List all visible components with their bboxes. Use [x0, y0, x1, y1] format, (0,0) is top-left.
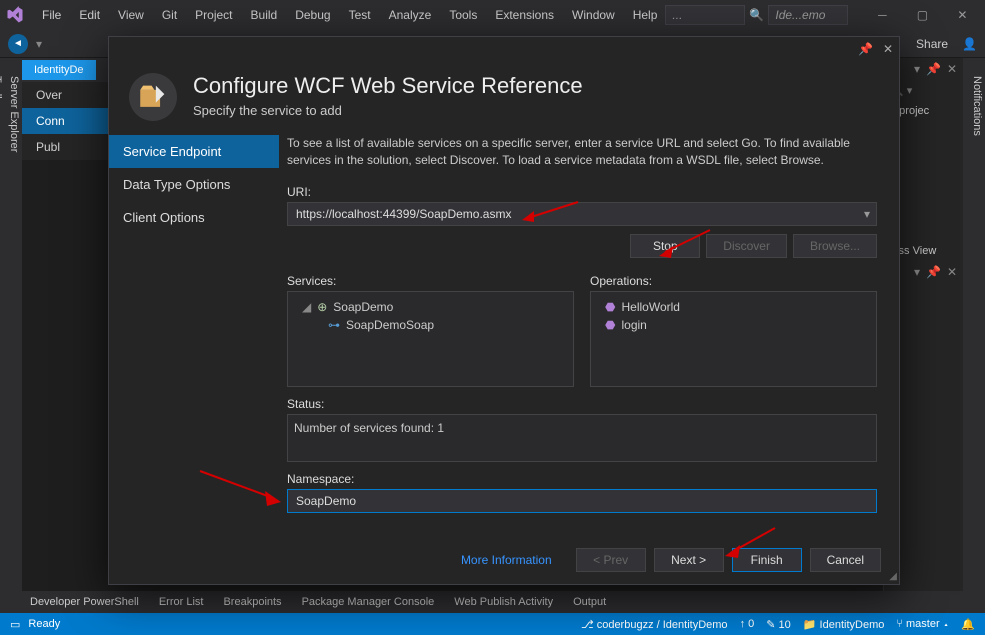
finish-button[interactable]: Finish: [732, 548, 802, 572]
menu-file[interactable]: File: [34, 4, 69, 26]
status-outgoing[interactable]: ↑ 0: [740, 618, 755, 630]
menu-extensions[interactable]: Extensions: [487, 4, 562, 26]
operation-item[interactable]: ⬣HelloWorld: [597, 298, 870, 316]
panel-close-icon[interactable]: ✕: [947, 265, 957, 279]
search-icon[interactable]: 🔍: [749, 8, 764, 22]
tool-output[interactable]: Output: [563, 593, 616, 611]
menu-git[interactable]: Git: [154, 4, 185, 26]
namespace-input[interactable]: [287, 489, 877, 513]
status-ready-icon: ▭: [10, 618, 20, 631]
nav-data-type-options[interactable]: Data Type Options: [109, 168, 279, 201]
menu-window[interactable]: Window: [564, 4, 623, 26]
panel-dropdown-icon[interactable]: ▾: [914, 265, 920, 279]
menu-tools[interactable]: Tools: [441, 4, 485, 26]
status-project[interactable]: 📁 IdentityDemo: [803, 618, 885, 631]
services-label: Services:: [287, 274, 574, 288]
close-button[interactable]: ✕: [942, 1, 982, 29]
chevron-down-icon[interactable]: ▾: [858, 207, 876, 221]
menu-build[interactable]: Build: [243, 4, 286, 26]
service-child-node[interactable]: ⊶SoapDemoSoap: [294, 316, 567, 334]
side-tab-server-explorer[interactable]: Server Explorer: [6, 68, 22, 613]
status-bell-icon[interactable]: 🔔: [961, 618, 975, 631]
nav-client-options[interactable]: Client Options: [109, 201, 279, 234]
prev-button[interactable]: < Prev: [576, 548, 646, 572]
browse-button[interactable]: Browse...: [793, 234, 877, 258]
service-root-node[interactable]: ◢⊕SoapDemo: [294, 298, 567, 316]
minimize-button[interactable]: ─: [862, 1, 902, 29]
tool-powershell[interactable]: Developer PowerShell: [20, 593, 149, 611]
tool-errorlist[interactable]: Error List: [149, 593, 214, 611]
operations-list[interactable]: ⬣HelloWorld ⬣login: [590, 291, 877, 387]
operations-label: Operations:: [590, 274, 877, 288]
panel-pin-icon[interactable]: 📌: [926, 265, 941, 279]
namespace-label: Namespace:: [287, 472, 877, 486]
dialog-close-icon[interactable]: ✕: [883, 42, 893, 56]
panel-dropdown-icon[interactable]: ▾: [914, 62, 920, 76]
titlebar: File Edit View Git Project Build Debug T…: [0, 0, 985, 30]
discover-button[interactable]: Discover: [706, 234, 787, 258]
menubar: File Edit View Git Project Build Debug T…: [34, 4, 665, 26]
menu-help[interactable]: Help: [625, 4, 666, 26]
instructions-text: To see a list of available services on a…: [287, 135, 877, 169]
cancel-button[interactable]: Cancel: [810, 548, 881, 572]
more-information-link[interactable]: More Information: [461, 553, 552, 567]
nav-dropdown-icon[interactable]: ▾: [36, 37, 42, 51]
status-repo[interactable]: ⎇ coderbugzz / IdentityDemo: [581, 618, 728, 631]
tool-pmc[interactable]: Package Manager Console: [292, 593, 445, 611]
dialog-title: Configure WCF Web Service Reference: [193, 73, 583, 99]
tool-breakpoints[interactable]: Breakpoints: [213, 593, 291, 611]
document-tab[interactable]: IdentityDe: [22, 60, 96, 80]
uri-combobox[interactable]: ▾: [287, 202, 877, 226]
nav-back-button[interactable]: ◄: [8, 34, 28, 54]
panel-pin-icon[interactable]: 📌: [926, 62, 941, 76]
launch-box[interactable]: ...: [665, 5, 745, 25]
side-tab-notifications[interactable]: Notifications: [969, 68, 985, 613]
services-tree[interactable]: ◢⊕SoapDemo ⊶SoapDemoSoap: [287, 291, 574, 387]
panel-close-icon[interactable]: ✕: [947, 62, 957, 76]
tool-webpublish[interactable]: Web Publish Activity: [444, 593, 563, 611]
menu-edit[interactable]: Edit: [71, 4, 108, 26]
uri-input[interactable]: [288, 207, 858, 221]
status-box: Number of services found: 1: [287, 414, 877, 462]
side-tab-toolbox[interactable]: Toolbox: [0, 68, 5, 613]
menu-analyze[interactable]: Analyze: [381, 4, 440, 26]
live-share-button[interactable]: Share: [916, 37, 948, 51]
account-icon[interactable]: 👤: [962, 37, 977, 51]
vs-logo-icon: [6, 5, 24, 25]
tool-window-tabs: Developer PowerShell Error List Breakpoi…: [20, 591, 965, 613]
status-ready: Ready: [28, 618, 60, 630]
uri-label: URI:: [287, 185, 877, 199]
maximize-button[interactable]: ▢: [902, 1, 942, 29]
resize-grip-icon[interactable]: ◢: [889, 571, 897, 582]
menu-debug[interactable]: Debug: [287, 4, 338, 26]
nav-service-endpoint[interactable]: Service Endpoint: [109, 135, 279, 168]
title-search[interactable]: Ide...emo: [768, 5, 848, 25]
operation-item[interactable]: ⬣login: [597, 316, 870, 334]
status-incoming[interactable]: ✎ 10: [766, 618, 791, 631]
wcf-dialog: 📌 ✕ Configure WCF Web Service Reference …: [108, 36, 900, 585]
dialog-pin-icon[interactable]: 📌: [858, 42, 873, 56]
menu-view[interactable]: View: [110, 4, 152, 26]
service-reference-icon: [129, 73, 177, 121]
status-bar: ▭ Ready ⎇ coderbugzz / IdentityDemo ↑ 0 …: [0, 613, 985, 635]
next-button[interactable]: Next >: [654, 548, 724, 572]
dialog-subtitle: Specify the service to add: [193, 103, 583, 118]
menu-test[interactable]: Test: [341, 4, 379, 26]
menu-project[interactable]: Project: [187, 4, 240, 26]
status-branch[interactable]: ⑂ master ▴: [896, 618, 949, 630]
status-label: Status:: [287, 397, 877, 411]
stop-button[interactable]: Stop: [630, 234, 700, 258]
